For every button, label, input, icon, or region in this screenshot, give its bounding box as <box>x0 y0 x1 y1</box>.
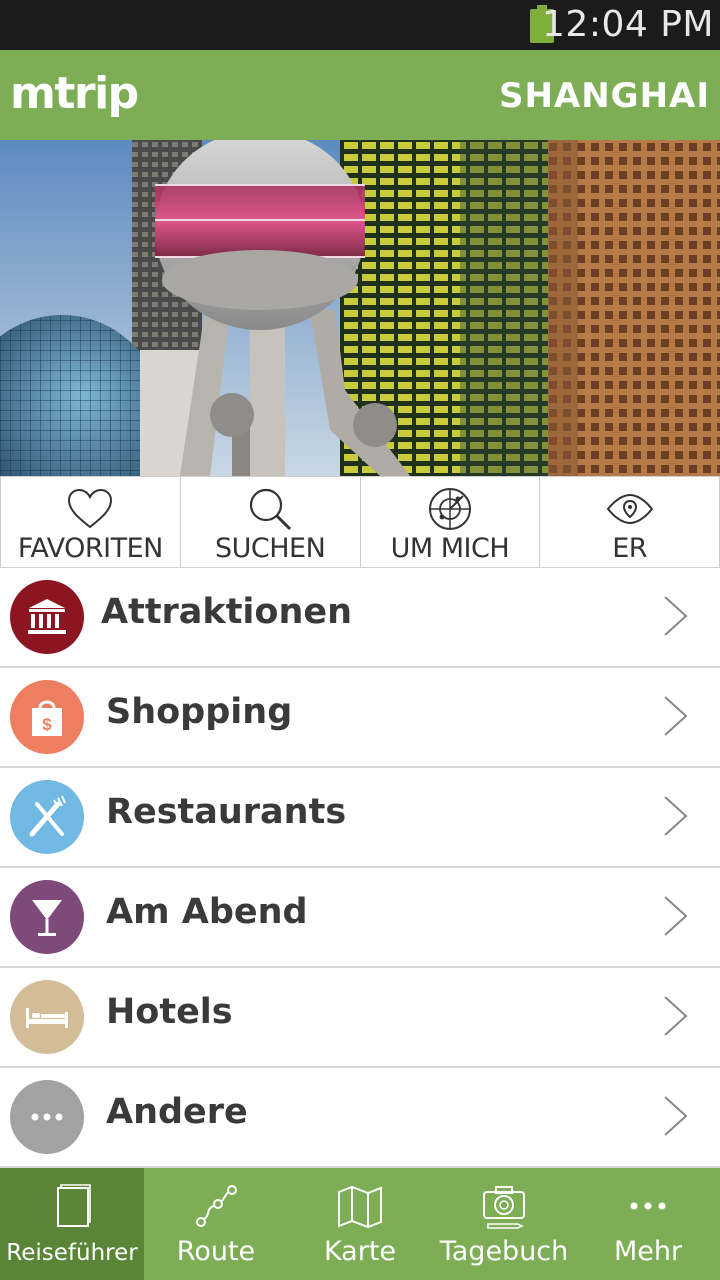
category-label: Shopping <box>106 692 293 732</box>
status-time: 12:04 PM <box>542 4 714 45</box>
eye-icon <box>606 493 653 525</box>
tab-label: Karte <box>323 1236 397 1267</box>
svg-text:$: $ <box>42 715 52 734</box>
category-label: Andere <box>106 1092 248 1132</box>
tab-karte[interactable]: Karte <box>288 1168 432 1280</box>
quick-nearby-label: UM MICH <box>390 533 510 564</box>
app-header: mtrip SHANGHAI <box>0 50 720 140</box>
heart-icon <box>68 488 113 529</box>
bottom-tab-bar: Reiseführer Route Karte Tagebuch Mehr <box>0 1168 720 1280</box>
category-list: Attraktionen $ Shopping Restaurants Am A… <box>0 568 720 1168</box>
tab-tagebuch[interactable]: Tagebuch <box>432 1168 576 1280</box>
chevron-right-icon <box>664 796 688 836</box>
tab-route[interactable]: Route <box>144 1168 288 1280</box>
route-icon <box>196 1185 237 1227</box>
bed-icon <box>10 980 84 1054</box>
quick-favorites[interactable]: FAVORITEN <box>0 477 180 567</box>
status-bar: 12:04 PM <box>0 0 720 50</box>
chevron-right-icon <box>664 996 688 1036</box>
radar-icon <box>428 488 471 530</box>
category-label: Am Abend <box>106 892 308 932</box>
chevron-right-icon <box>664 1096 688 1136</box>
hero-image <box>0 140 720 476</box>
app-logo[interactable]: mtrip <box>10 68 139 119</box>
quick-favorites-label: FAVORITEN <box>17 533 164 564</box>
category-shopping[interactable]: $ Shopping <box>0 668 720 768</box>
category-restaurants[interactable]: Restaurants <box>0 768 720 868</box>
quick-explore-label: ER <box>612 533 648 564</box>
chevron-right-icon <box>664 696 688 736</box>
category-andere[interactable]: Andere <box>0 1068 720 1168</box>
museum-icon <box>10 580 84 654</box>
more-icon <box>10 1080 84 1154</box>
quick-search[interactable]: SUCHEN <box>179 477 360 567</box>
tab-label: Mehr <box>613 1236 683 1267</box>
camera-icon <box>483 1186 525 1229</box>
quick-actions-bar: FAVORITEN SUCHEN UM MICH ER <box>0 476 720 568</box>
category-label: Hotels <box>106 992 233 1032</box>
chevron-right-icon <box>664 896 688 936</box>
tab-mehr[interactable]: Mehr <box>576 1168 720 1280</box>
chevron-right-icon <box>664 596 688 636</box>
category-label: Restaurants <box>106 792 347 832</box>
search-icon <box>250 488 292 531</box>
map-icon <box>338 1185 382 1229</box>
cutlery-icon <box>10 780 84 854</box>
category-attraktionen[interactable]: Attraktionen <box>0 568 720 668</box>
category-label: Attraktionen <box>101 592 353 632</box>
city-title[interactable]: SHANGHAI <box>499 76 710 116</box>
tab-label: Tagebuch <box>439 1236 569 1267</box>
quick-nearby[interactable]: UM MICH <box>359 477 540 567</box>
more-dots-icon <box>630 1202 666 1210</box>
quick-explore[interactable]: ER <box>539 477 720 567</box>
tab-reisefuehrer[interactable]: Reiseführer <box>0 1168 144 1280</box>
quick-search-label: SUCHEN <box>214 533 326 564</box>
category-am-abend[interactable]: Am Abend <box>0 868 720 968</box>
tab-label: Route <box>176 1236 256 1267</box>
cocktail-icon <box>10 880 84 954</box>
tab-label: Reiseführer <box>6 1240 138 1266</box>
category-hotels[interactable]: Hotels <box>0 968 720 1068</box>
shopping-bag-icon: $ <box>10 680 84 754</box>
guidebook-icon <box>57 1184 91 1227</box>
